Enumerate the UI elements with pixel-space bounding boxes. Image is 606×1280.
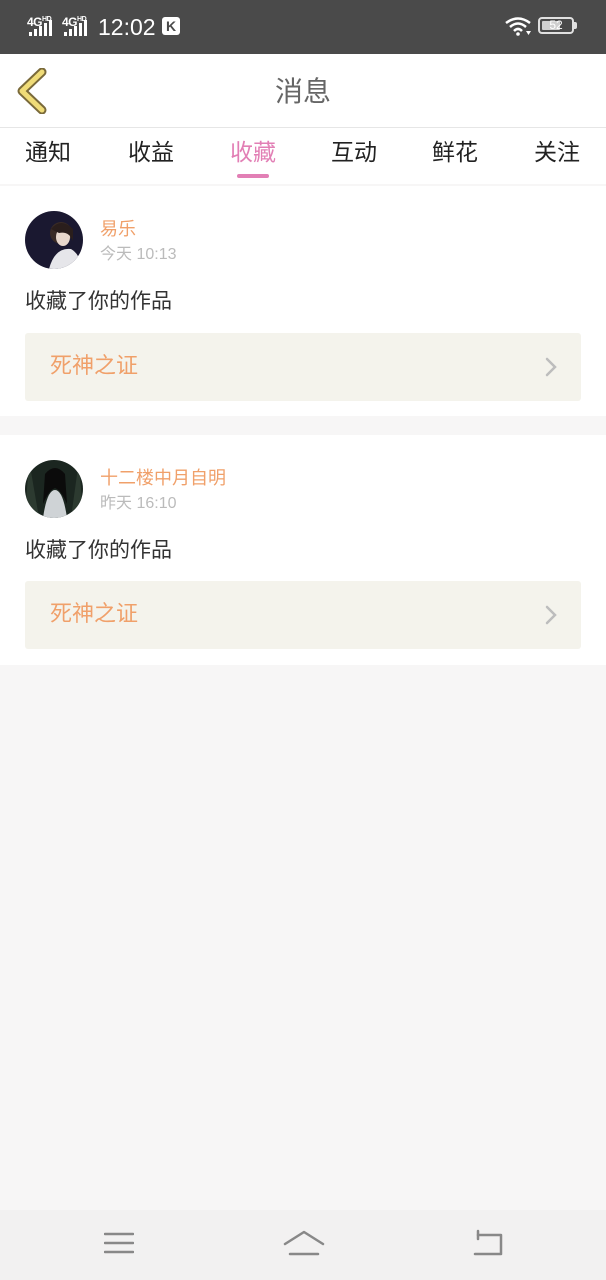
message-time: 今天 10:13 <box>100 246 177 263</box>
wifi-icon <box>505 17 531 36</box>
home-icon[interactable] <box>283 1228 325 1260</box>
chevron-right-icon <box>545 357 557 377</box>
username[interactable]: 易乐 <box>100 218 136 242</box>
battery-icon: 52 <box>538 17 574 34</box>
work-link[interactable]: 死神之证 <box>25 581 581 649</box>
page-title: 消息 <box>274 75 331 108</box>
avatar[interactable] <box>25 460 83 518</box>
active-tab-indicator <box>237 174 269 178</box>
k-app-icon: K <box>162 17 180 35</box>
message-card: 易乐 今天 10:13 收藏了你的作品 死神之证 <box>0 186 606 416</box>
username[interactable]: 十二楼中月自明 <box>100 467 226 491</box>
work-title: 死神之证 <box>50 602 139 627</box>
system-nav-bar <box>0 1210 606 1280</box>
menu-icon[interactable] <box>104 1228 134 1258</box>
message-text: 收藏了你的作品 <box>25 289 172 313</box>
message-text: 收藏了你的作品 <box>25 538 172 562</box>
chevron-right-icon <box>545 605 557 625</box>
message-card: 十二楼中月自明 昨天 16:10 收藏了你的作品 死神之证 <box>0 435 606 665</box>
tab-earnings[interactable]: 收益 <box>111 136 191 170</box>
message-time: 昨天 16:10 <box>100 495 177 512</box>
tab-favorites[interactable]: 收藏 <box>213 136 293 170</box>
avatar[interactable] <box>25 211 83 269</box>
battery-tip <box>574 22 577 29</box>
work-link[interactable]: 死神之证 <box>25 333 581 401</box>
app-header: 消息 <box>0 54 606 128</box>
clock: 12:02 <box>98 14 156 40</box>
tab-interactions[interactable]: 互动 <box>314 136 394 170</box>
tab-follows[interactable]: 关注 <box>517 136 597 170</box>
work-title: 死神之证 <box>50 354 139 379</box>
tab-flowers[interactable]: 鲜花 <box>415 136 495 170</box>
status-bar: 4GHD 4GHD 12:02 K 52 <box>0 0 606 54</box>
tab-bar: 通知 收益 收藏 互动 鲜花 关注 <box>0 128 606 184</box>
tab-notifications[interactable]: 通知 <box>8 136 88 170</box>
battery-level: 52 <box>549 18 563 32</box>
back-icon[interactable] <box>472 1228 504 1258</box>
